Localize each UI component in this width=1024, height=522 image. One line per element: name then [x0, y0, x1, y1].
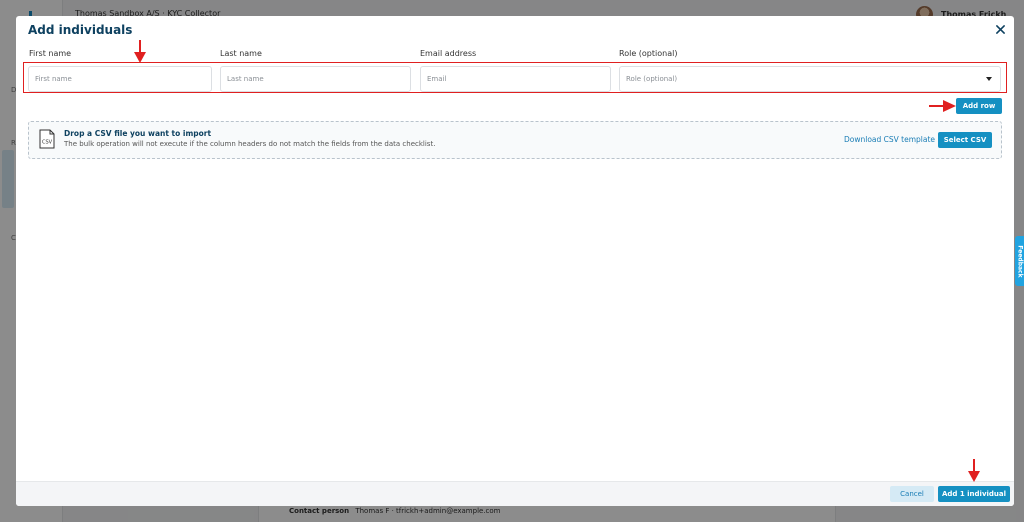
cancel-button[interactable]: Cancel: [890, 486, 934, 502]
csv-icon-text: CSV: [42, 140, 53, 146]
csv-dropzone-title: Drop a CSV file you want to import: [64, 129, 212, 138]
email-input[interactable]: [420, 66, 611, 92]
annotation-arrow-down-icon: [134, 40, 146, 63]
role-select-placeholder: Role (optional): [626, 75, 678, 83]
first-name-input[interactable]: [28, 66, 212, 92]
csv-file-icon: CSV: [39, 129, 55, 149]
add-individuals-modal: Add individuals First name Last name Ema…: [16, 16, 1014, 506]
modal-title: Add individuals: [28, 23, 133, 37]
add-individual-button[interactable]: Add 1 individual: [938, 486, 1010, 502]
feedback-tab[interactable]: Feedback: [1015, 236, 1024, 286]
annotation-arrow-right-icon: [929, 100, 956, 112]
role-select[interactable]: Role (optional): [619, 66, 1001, 92]
last-name-input[interactable]: [220, 66, 411, 92]
column-label-first-name: First name: [29, 49, 72, 58]
column-label-email: Email address: [420, 49, 477, 58]
column-label-last-name: Last name: [220, 49, 262, 58]
feedback-label: Feedback: [1016, 244, 1024, 278]
download-csv-template-link[interactable]: Download CSV template: [844, 135, 935, 144]
column-label-role: Role (optional): [619, 49, 678, 58]
close-icon: [995, 24, 1005, 34]
csv-dropzone-subtitle: The bulk operation will not execute if t…: [64, 140, 436, 148]
annotation-arrow-down-icon: [968, 459, 980, 482]
add-row-button[interactable]: Add row: [956, 98, 1002, 114]
close-button[interactable]: [992, 21, 1008, 37]
chevron-down-icon: [986, 77, 992, 81]
modal-footer: Cancel Add 1 individual: [16, 481, 1014, 506]
select-csv-button[interactable]: Select CSV: [938, 132, 992, 148]
csv-dropzone[interactable]: CSV Drop a CSV file you want to import T…: [28, 121, 1002, 159]
